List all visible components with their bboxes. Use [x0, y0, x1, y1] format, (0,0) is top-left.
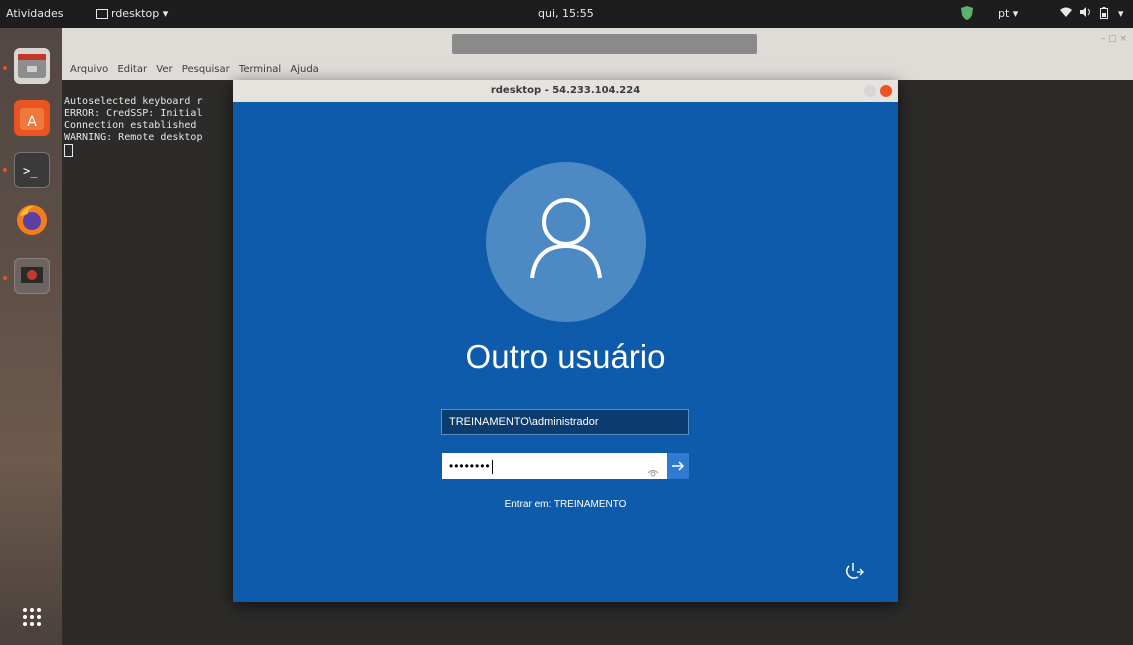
menu-pesquisar[interactable]: Pesquisar	[182, 64, 230, 75]
arrow-right-icon	[672, 461, 685, 471]
software-center-icon[interactable]: A	[14, 100, 50, 136]
submit-arrow-button[interactable]	[667, 453, 689, 479]
close-button[interactable]	[880, 85, 892, 97]
reveal-password-icon[interactable]	[647, 461, 659, 477]
menu-editar[interactable]: Editar	[117, 64, 147, 75]
terminal-title-redacted	[452, 34, 757, 54]
menu-terminal[interactable]: Terminal	[239, 64, 281, 75]
login-user-name: Outro usuário	[465, 338, 666, 375]
show-applications-icon[interactable]	[22, 607, 42, 627]
menu-ajuda[interactable]: Ajuda	[290, 64, 318, 75]
windows-login-screen: Outro usuário TREINAMENTO\administrador …	[233, 102, 898, 602]
window-icon	[96, 9, 108, 19]
running-indicator	[3, 276, 7, 280]
volume-icon[interactable]	[1080, 7, 1092, 20]
app-menu[interactable]: rdesktop ▾	[96, 7, 168, 20]
terminal-icon[interactable]: >_	[14, 152, 50, 188]
menu-arquivo[interactable]: Arquivo	[70, 64, 108, 75]
rdesktop-title[interactable]: rdesktop - 54.233.104.224	[233, 80, 898, 102]
battery-icon[interactable]	[1100, 7, 1108, 22]
top-bar: Atividades rdesktop ▾ qui, 15:55 pt ▾ ▾	[0, 0, 1133, 28]
signin-domain-text: Entrar em: TREINAMENTO	[504, 499, 627, 510]
text-caret	[491, 459, 493, 474]
shield-icon[interactable]	[960, 5, 974, 24]
system-menu-arrow-icon[interactable]: ▾	[1118, 7, 1124, 20]
files-icon[interactable]	[14, 48, 50, 84]
app-menu-label: rdesktop	[111, 7, 160, 20]
activities-button[interactable]: Atividades	[6, 7, 63, 20]
dropdown-arrow-icon: ▾	[162, 7, 169, 20]
user-icon	[530, 198, 602, 279]
running-indicator	[3, 168, 7, 172]
user-avatar	[486, 162, 646, 322]
clock[interactable]: qui, 15:55	[538, 7, 594, 20]
username-input[interactable]: TREINAMENTO\administrador	[441, 409, 689, 435]
firefox-icon[interactable]	[14, 202, 50, 238]
wifi-icon[interactable]	[1060, 7, 1072, 20]
svg-text:>_: >_	[23, 164, 38, 178]
svg-text:A: A	[27, 114, 37, 130]
rdesktop-window: rdesktop - 54.233.104.224 Outro usuário …	[233, 80, 898, 602]
minimize-button[interactable]	[864, 85, 876, 97]
power-icon[interactable]	[843, 560, 865, 582]
language-selector[interactable]: pt ▾	[998, 7, 1018, 20]
running-indicator	[3, 66, 7, 70]
window-controls[interactable]: – ▢ ×	[1101, 34, 1127, 44]
dropdown-arrow-icon: ▾	[1012, 7, 1019, 20]
terminal-menubar: Arquivo Editar Ver Pesquisar Terminal Aj…	[70, 64, 325, 75]
menu-ver[interactable]: Ver	[156, 64, 172, 75]
language-label: pt	[998, 7, 1010, 20]
rdesktop-icon[interactable]	[14, 258, 50, 294]
dock: A >_	[0, 28, 62, 645]
password-mask: ••••••••	[449, 459, 491, 473]
terminal-header: – ▢ × Arquivo Editar Ver Pesquisar Termi…	[62, 28, 1133, 80]
password-input[interactable]: ••••••••	[442, 453, 667, 479]
terminal-cursor	[64, 144, 73, 157]
